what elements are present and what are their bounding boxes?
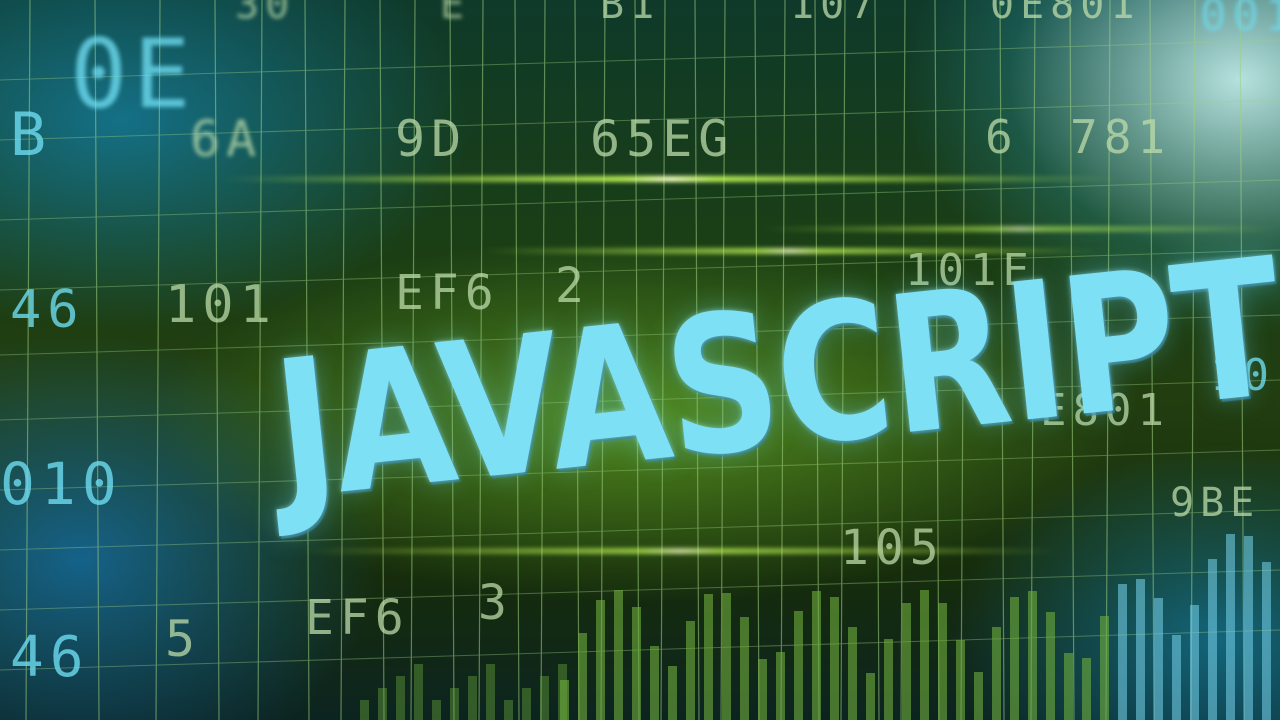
equalizer-bar <box>1136 579 1145 720</box>
equalizer-bar <box>686 621 695 720</box>
equalizer-bar <box>1262 562 1271 720</box>
equalizer-bar <box>1046 612 1055 720</box>
equalizer-bar <box>722 593 731 720</box>
equalizer-bar <box>812 591 821 720</box>
equalizer-bar <box>758 659 767 720</box>
equalizer-bar <box>558 664 567 720</box>
equalizer-bar <box>1010 597 1019 720</box>
equalizer-bar <box>468 676 477 720</box>
equalizer-bar <box>1226 534 1235 720</box>
equalizer-bar <box>668 666 677 720</box>
equalizer-bar <box>1172 635 1181 720</box>
equalizer-bar <box>992 627 1001 720</box>
equalizer-bar <box>1064 653 1073 720</box>
equalizer-bar <box>956 640 965 720</box>
equalizer-bar <box>450 688 459 720</box>
equalizer-bar <box>938 603 947 720</box>
equalizer-bar <box>794 611 803 720</box>
equalizer-bar <box>540 676 549 720</box>
equalizer-bar <box>902 603 911 720</box>
equalizer-bar <box>1190 605 1199 720</box>
equalizer-bar <box>1244 536 1253 720</box>
equalizer-bar <box>578 633 587 720</box>
equalizer-bar <box>1100 616 1109 720</box>
equalizer-bar <box>1028 591 1037 720</box>
equalizer-bar <box>920 590 929 720</box>
equalizer-bar <box>650 646 659 720</box>
equalizer-bar <box>486 664 495 720</box>
equalizer-bar <box>848 627 857 720</box>
background-scene: 30EB11070E8010010EB6A9D65EG678146101EF62… <box>0 0 1280 720</box>
equalizer-bar <box>378 688 387 720</box>
equalizer-bar <box>1154 598 1163 720</box>
equalizer-bar <box>830 597 839 720</box>
equalizer-bar <box>432 700 441 720</box>
equalizer-bar <box>522 688 531 720</box>
equalizer-bar <box>776 652 785 720</box>
equalizer-bar <box>414 664 423 720</box>
equalizer-bar <box>360 700 369 720</box>
equalizer-bar <box>596 600 605 720</box>
equalizer-bar <box>974 672 983 720</box>
equalizer-bar <box>740 617 749 720</box>
equalizer-bar <box>884 639 893 720</box>
equalizer-bar <box>866 673 875 720</box>
equalizer-bar <box>614 590 623 720</box>
equalizer-bar <box>1082 658 1091 720</box>
equalizer-bar <box>1208 559 1217 720</box>
equalizer-bar <box>504 700 513 720</box>
equalizer-bar <box>396 676 405 720</box>
equalizer-bar <box>1118 584 1127 720</box>
equalizer-bar <box>632 607 641 720</box>
equalizer-bar <box>704 594 713 720</box>
